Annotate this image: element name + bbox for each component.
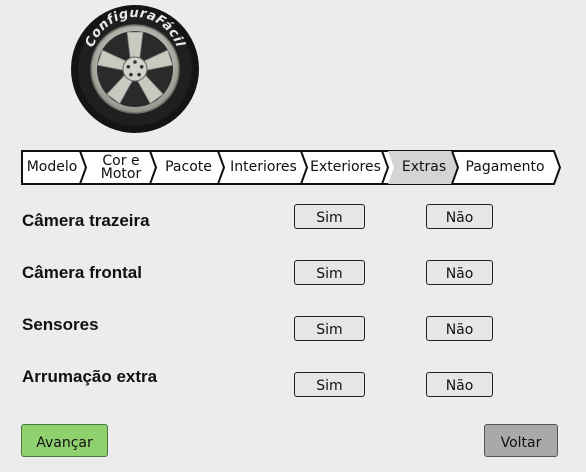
arrumacao-extra-yes-button[interactable]: Sim <box>294 372 365 397</box>
advance-button[interactable]: Avançar <box>21 424 108 457</box>
step-pacote[interactable]: Pacote <box>159 150 218 185</box>
tire-icon: ConfiguraFácil <box>71 5 199 133</box>
sensores-no-button[interactable]: Não <box>426 316 493 341</box>
step-pagamento[interactable]: Pagamento <box>461 150 549 185</box>
sensores-yes-button[interactable]: Sim <box>294 316 365 341</box>
option-label-camera-frontal: Câmera frontal <box>22 263 142 282</box>
camera-trazeira-no-button[interactable]: Não <box>426 204 493 229</box>
step-exteriores[interactable]: Exteriores <box>309 150 382 185</box>
step-cor-e-motor[interactable]: Cor e Motor <box>95 150 147 185</box>
option-label-arrumacao-extra: Arrumação extra <box>22 367 158 386</box>
camera-frontal-no-button[interactable]: Não <box>426 260 493 285</box>
back-button[interactable]: Voltar <box>484 424 558 457</box>
logo: ConfiguraFácil <box>69 3 201 135</box>
step-modelo[interactable]: Modelo <box>24 150 80 185</box>
camera-trazeira-yes-button[interactable]: Sim <box>294 204 365 229</box>
arrumacao-extra-no-button[interactable]: Não <box>426 372 493 397</box>
option-label-camera-trazeira: Câmera trazeira <box>22 211 150 230</box>
camera-frontal-yes-button[interactable]: Sim <box>294 260 365 285</box>
step-extras[interactable]: Extras <box>391 150 457 185</box>
option-label-sensores: Sensores <box>22 315 99 334</box>
step-breadcrumb: Modelo Cor e Motor Pacote Interiores Ext… <box>21 150 561 185</box>
step-interiores[interactable]: Interiores <box>226 150 301 185</box>
